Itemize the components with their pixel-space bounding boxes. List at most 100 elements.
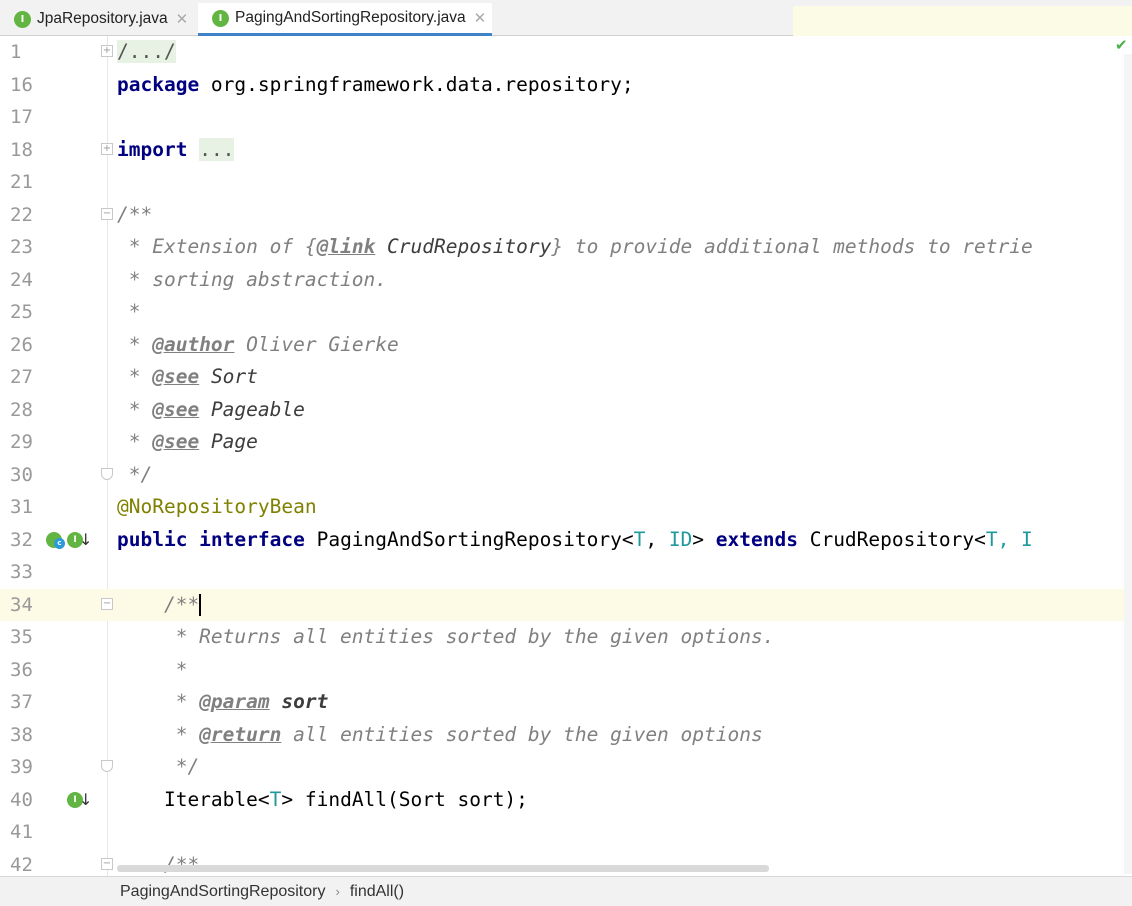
method-signature: > findAll(Sort sort); xyxy=(281,787,528,811)
javadoc-tag: @see xyxy=(152,365,200,388)
line-number: 33 xyxy=(10,561,33,583)
current-code-line[interactable]: 34 − /** xyxy=(0,588,1132,621)
code-line[interactable]: 28 * @see Pageable xyxy=(0,394,1132,427)
fold-collapse-icon[interactable]: − xyxy=(101,207,113,220)
line-number: 37 xyxy=(10,691,33,713)
javadoc-reference: Sort xyxy=(199,365,258,388)
code-line[interactable]: 17 xyxy=(0,101,1132,134)
comment: * Extension of { xyxy=(117,235,317,258)
code-line[interactable]: 30 */ xyxy=(0,459,1132,492)
vertical-scrollbar[interactable] xyxy=(1124,54,1132,874)
code-line[interactable]: 32 c I ↓ public interface PagingAndSorti… xyxy=(0,524,1132,557)
comment: */ xyxy=(117,755,200,778)
line-number: 30 xyxy=(10,463,33,486)
punctuation: > xyxy=(692,527,716,551)
line-number: 22 xyxy=(10,203,33,226)
type-parameter: T xyxy=(985,527,998,551)
breadcrumb-method[interactable]: findAll() xyxy=(350,883,404,901)
code-line[interactable]: 29 * @see Page xyxy=(0,426,1132,459)
type-parameter: T xyxy=(633,527,646,551)
line-number: 28 xyxy=(10,398,33,421)
comment: * xyxy=(117,657,188,681)
close-icon[interactable]: ✕ xyxy=(176,10,189,28)
code-line[interactable]: 37 * @param sort xyxy=(0,686,1132,719)
code-line[interactable]: 22 − /** xyxy=(0,199,1132,232)
arrow-down-icon[interactable]: ↓ xyxy=(79,790,92,809)
line-number: 21 xyxy=(10,171,33,193)
interface-icon: I xyxy=(212,9,229,27)
package-name: org.springframework.data.repository; xyxy=(199,72,634,96)
horizontal-scrollbar[interactable] xyxy=(117,865,769,872)
javadoc-tag: @return xyxy=(199,722,282,746)
code-line[interactable]: 36 * xyxy=(0,654,1132,687)
comment: * xyxy=(117,332,153,356)
line-number: 27 xyxy=(10,366,33,388)
code-line[interactable]: 27 * @see Sort xyxy=(0,361,1132,394)
javadoc-tag: @param xyxy=(199,690,270,713)
line-number: 25 xyxy=(10,301,33,323)
line-number: 32 xyxy=(10,528,33,551)
type-parameter: T xyxy=(269,787,282,811)
fold-end-icon[interactable] xyxy=(101,467,113,480)
code-line[interactable]: 26 * @author Oliver Gierke xyxy=(0,329,1132,362)
line-number: 35 xyxy=(10,626,33,648)
javadoc-reference: CrudRepository xyxy=(375,235,552,258)
code-line[interactable]: 38 * @return all entities sorted by the … xyxy=(0,719,1132,752)
comment: * xyxy=(117,365,153,388)
javadoc-tag: @link xyxy=(316,235,376,258)
code-line[interactable]: 33 xyxy=(0,556,1132,589)
fold-expand-icon[interactable]: + xyxy=(101,45,113,57)
inspection-ok-icon[interactable]: ✔ xyxy=(1115,36,1128,54)
keyword: import xyxy=(117,137,188,161)
code-line[interactable]: 23 * Extension of {@link CrudRepository}… xyxy=(0,231,1132,264)
tab-label: JpaRepository.java xyxy=(37,10,168,27)
code-line[interactable]: 18 + import ... xyxy=(0,134,1132,167)
keyword: public interface xyxy=(117,527,305,551)
line-number: 16 xyxy=(10,73,33,96)
comment: */ xyxy=(117,462,153,486)
type-parameter: , I xyxy=(997,527,1033,551)
javadoc-tag: @author xyxy=(152,332,235,356)
arrow-down-icon[interactable]: ↓ xyxy=(79,530,92,549)
code-line[interactable]: 39 */ xyxy=(0,751,1132,784)
folded-imports[interactable]: ... xyxy=(199,137,235,161)
editor-tab-bar: I JpaRepository.java ✕ I PagingAndSortin… xyxy=(0,0,1132,44)
code-line[interactable]: 16 package org.springframework.data.repo… xyxy=(0,69,1132,102)
code-line[interactable]: 1 + /.../ xyxy=(0,36,1132,69)
type-parameter: ID xyxy=(668,527,693,551)
comment: * xyxy=(117,690,200,713)
line-number: 31 xyxy=(10,496,33,518)
class-badge-icon: c xyxy=(54,537,65,549)
line-number: 18 xyxy=(10,138,33,161)
comment: * xyxy=(117,722,200,746)
folded-region[interactable]: /.../ xyxy=(117,40,176,63)
line-number: 42 xyxy=(10,853,33,876)
code-line[interactable]: 31 @NoRepositoryBean xyxy=(0,491,1132,524)
line-number: 39 xyxy=(10,756,33,778)
line-number: 17 xyxy=(10,106,33,128)
tab-jparepository[interactable]: I JpaRepository.java ✕ xyxy=(0,3,194,35)
fold-collapse-icon[interactable]: − xyxy=(101,857,113,870)
code-line[interactable]: 25 * xyxy=(0,296,1132,329)
parent-interface: CrudRepository< xyxy=(797,527,986,551)
tab-pagingandsortingrepository[interactable]: I PagingAndSortingRepository.java ✕ xyxy=(198,3,493,36)
code-line[interactable]: 35 * Returns all entities sorted by the … xyxy=(0,621,1132,654)
line-number: 26 xyxy=(10,333,33,356)
breadcrumb-class[interactable]: PagingAndSortingRepository xyxy=(120,883,325,901)
fold-collapse-icon[interactable]: − xyxy=(101,597,113,610)
text-caret xyxy=(199,594,202,616)
comment: * xyxy=(117,300,141,323)
code-line[interactable]: 24 * sorting abstraction. xyxy=(0,264,1132,297)
close-icon[interactable]: ✕ xyxy=(474,9,487,27)
code-editor[interactable]: 1 + /.../ 16 package org.springframework… xyxy=(0,36,1132,876)
keyword: package xyxy=(117,72,200,96)
fold-expand-icon[interactable]: + xyxy=(101,142,113,155)
tab-label: PagingAndSortingRepository.java xyxy=(235,9,466,26)
line-number: 24 xyxy=(10,268,33,291)
code-line[interactable]: 40 I ↓ Iterable<T> findAll(Sort sort); xyxy=(0,784,1132,817)
code-line[interactable]: 41 xyxy=(0,816,1132,849)
line-number: 23 xyxy=(10,236,33,258)
code-line[interactable]: 21 xyxy=(0,166,1132,199)
fold-end-icon[interactable] xyxy=(101,760,113,772)
comment: } to provide additional methods to retri… xyxy=(551,235,1033,258)
